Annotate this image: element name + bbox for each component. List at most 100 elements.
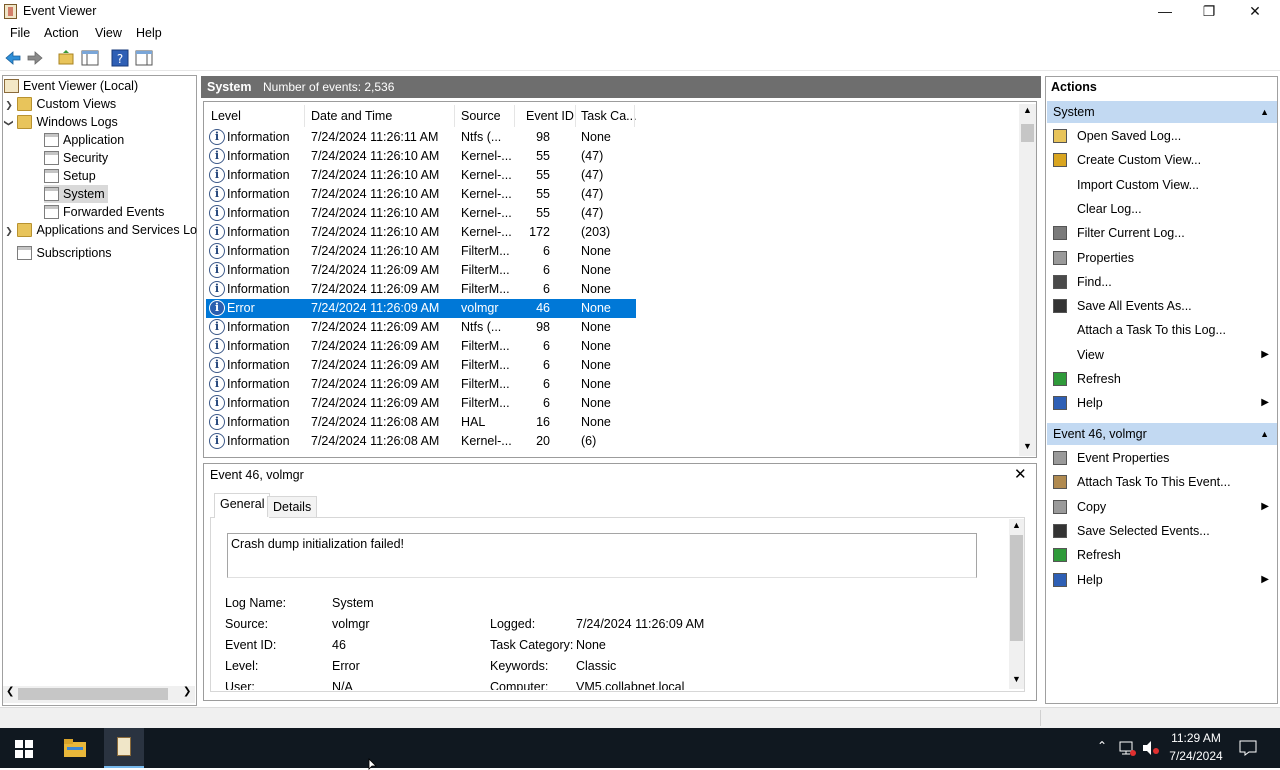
action-filter-current-log[interactable]: Filter Current Log...	[1047, 221, 1277, 245]
event-list-vertical-scrollbar[interactable]: ▲ ▼	[1019, 104, 1036, 456]
collapse-up-icon[interactable]: ▲	[1260, 423, 1269, 445]
event-row[interactable]: i Information 7/24/2024 11:26:10 AM Kernel-…	[206, 223, 636, 242]
event-message-box[interactable]: Crash dump initialization failed!	[227, 533, 977, 578]
scroll-thumb[interactable]	[1021, 124, 1034, 142]
event-row[interactable]: i Information 7/24/2024 11:26:10 AM Kernel-…	[206, 185, 636, 204]
back-arrow-icon[interactable]	[4, 49, 22, 67]
event-row[interactable]: i Information 7/24/2024 11:26:11 AM Ntfs (.…	[206, 128, 636, 147]
tree-horizontal-scrollbar[interactable]: ❮ ❯	[3, 686, 195, 703]
show-hide-action-pane-icon[interactable]	[135, 49, 153, 67]
minimize-button[interactable]: —	[1142, 0, 1188, 23]
scroll-thumb[interactable]	[18, 688, 168, 700]
scroll-up-arrow-icon[interactable]: ▲	[1023, 105, 1032, 115]
action-event-properties[interactable]: Event Properties	[1047, 446, 1277, 470]
collapse-up-icon[interactable]: ▲	[1260, 101, 1269, 123]
scroll-right-arrow-icon[interactable]: ❯	[183, 686, 191, 697]
tree-item-applications-and-services[interactable]: ❯ Applications and Services Lo	[4, 221, 197, 240]
event-row[interactable]: i Information 7/24/2024 11:26:09 AM FilterM…	[206, 280, 636, 299]
expand-arrow-icon[interactable]: ❯	[4, 222, 14, 240]
tree-item-forwarded-events[interactable]: Forwarded Events	[4, 203, 194, 221]
network-icon[interactable]	[1118, 740, 1136, 756]
cell-source: FilterM...	[461, 244, 510, 258]
event-row[interactable]: i Information 7/24/2024 11:26:09 AM FilterM…	[206, 356, 636, 375]
event-row[interactable]: i Information 7/24/2024 11:26:09 AM FilterM…	[206, 337, 636, 356]
actions-section-event[interactable]: Event 46, volmgr ▲	[1047, 423, 1277, 445]
event-row[interactable]: i Information 7/24/2024 11:26:08 AM HAL 16 No…	[206, 413, 636, 432]
event-row[interactable]: i Information 7/24/2024 11:26:09 AM FilterM…	[206, 261, 636, 280]
event-row[interactable]: i Information 7/24/2024 11:26:10 AM Kernel-…	[206, 204, 636, 223]
close-button[interactable]: ✕	[1232, 0, 1278, 23]
action-clear-log[interactable]: Clear Log...	[1047, 197, 1277, 221]
action-find[interactable]: Find...	[1047, 270, 1277, 294]
menu-view[interactable]: View	[95, 26, 122, 40]
event-row[interactable]: i Information 7/24/2024 11:26:10 AM Kernel-…	[206, 166, 636, 185]
forward-arrow-icon[interactable]	[26, 49, 44, 67]
column-header-date-time[interactable]: Date and Time	[311, 105, 392, 127]
detail-vertical-scrollbar[interactable]: ▲ ▼	[1009, 519, 1024, 689]
clock-time[interactable]: 11:29 AM	[1170, 731, 1222, 745]
action-import-custom-view[interactable]: Import Custom View...	[1047, 173, 1277, 197]
start-windows-icon[interactable]	[15, 740, 33, 758]
column-header-event-id[interactable]: Event ID	[526, 105, 574, 127]
action-properties[interactable]: Properties	[1047, 246, 1277, 270]
tree-item-security[interactable]: Security	[4, 149, 194, 167]
event-row[interactable]: i Information 7/24/2024 11:26:10 AM Kernel-…	[206, 147, 636, 166]
show-hide-tree-icon[interactable]	[81, 49, 99, 67]
action-view[interactable]: View ▶	[1047, 343, 1277, 367]
tree-item-system[interactable]: System	[4, 185, 194, 203]
event-row[interactable]: i Information 7/24/2024 11:26:10 AM FilterM…	[206, 242, 636, 261]
event-row[interactable]: i Information 7/24/2024 11:26:08 AM Kernel-…	[206, 432, 636, 451]
action-copy[interactable]: Copy ▶	[1047, 495, 1277, 519]
action-save-selected-events[interactable]: Save Selected Events...	[1047, 519, 1277, 543]
menu-action[interactable]: Action	[44, 26, 79, 40]
action-open-saved-log[interactable]: Open Saved Log...	[1047, 124, 1277, 148]
collapse-arrow-icon[interactable]: ❯	[0, 118, 18, 128]
tree-item-event-viewer-local[interactable]: Event Viewer (Local)	[4, 77, 194, 95]
action-refresh[interactable]: Refresh	[1047, 367, 1277, 391]
up-folder-icon[interactable]	[57, 49, 75, 67]
menu-bar	[0, 23, 1280, 44]
help-icon[interactable]: ?	[111, 49, 129, 67]
menu-help[interactable]: Help	[136, 26, 162, 40]
show-hidden-icons-chevron-icon[interactable]: ⌃	[1097, 739, 1107, 753]
menu-file[interactable]: File	[10, 26, 30, 40]
action-save-all-events[interactable]: Save All Events As...	[1047, 294, 1277, 318]
action-attach-task-to-log[interactable]: Attach a Task To this Log...	[1047, 318, 1277, 342]
close-detail-icon[interactable]: ✕	[1014, 465, 1027, 483]
column-header-task-category[interactable]: Task Ca...	[581, 105, 637, 127]
action-create-custom-view[interactable]: Create Custom View...	[1047, 148, 1277, 172]
notifications-icon[interactable]	[1239, 740, 1257, 756]
taskbar-event-viewer[interactable]	[104, 728, 144, 768]
event-row[interactable]: i Information 7/24/2024 11:26:09 AM FilterM…	[206, 375, 636, 394]
file-explorer-icon[interactable]	[64, 739, 86, 757]
scroll-left-arrow-icon[interactable]: ❮	[6, 686, 14, 697]
event-row[interactable]: i Information 7/24/2024 11:26:09 AM Ntfs (.…	[206, 318, 636, 337]
event-row[interactable]: i Information 7/24/2024 11:26:09 AM FilterM…	[206, 394, 636, 413]
tab-general[interactable]: General	[214, 493, 271, 518]
scroll-down-arrow-icon[interactable]: ▼	[1023, 441, 1032, 451]
cell-event-id: 6	[543, 396, 550, 410]
action-help[interactable]: Help ▶	[1047, 568, 1277, 592]
tree-item-application[interactable]: Application	[4, 131, 194, 149]
action-refresh[interactable]: Refresh	[1047, 543, 1277, 567]
clock-date[interactable]: 7/24/2024	[1166, 749, 1226, 763]
actions-section-system[interactable]: System ▲	[1047, 101, 1277, 123]
action-attach-task-to-event[interactable]: Attach Task To This Event...	[1047, 470, 1277, 494]
tree-item-subscriptions[interactable]: Subscriptions	[4, 239, 194, 260]
column-header-level[interactable]: Level	[211, 105, 241, 127]
tree-item-custom-views[interactable]: ❯ Custom Views	[4, 95, 194, 113]
cell-level: Information	[227, 225, 290, 239]
expand-arrow-icon[interactable]: ❯	[4, 96, 14, 114]
value-log-name: System	[332, 596, 374, 610]
tree-item-setup[interactable]: Setup	[4, 167, 194, 185]
scroll-thumb[interactable]	[1010, 535, 1023, 641]
scroll-down-arrow-icon[interactable]: ▼	[1012, 674, 1021, 684]
scroll-up-arrow-icon[interactable]: ▲	[1012, 520, 1021, 530]
event-row[interactable]: i Error 7/24/2024 11:26:09 AM volmgr 46 None	[206, 299, 636, 318]
tree-item-windows-logs[interactable]: ❯ Windows Logs	[4, 113, 194, 131]
maximize-button[interactable]: ❐	[1186, 0, 1232, 23]
tab-details[interactable]: Details	[267, 496, 318, 517]
action-help[interactable]: Help ▶	[1047, 391, 1277, 415]
volume-muted-icon[interactable]	[1142, 740, 1160, 756]
column-header-source[interactable]: Source	[461, 105, 501, 127]
